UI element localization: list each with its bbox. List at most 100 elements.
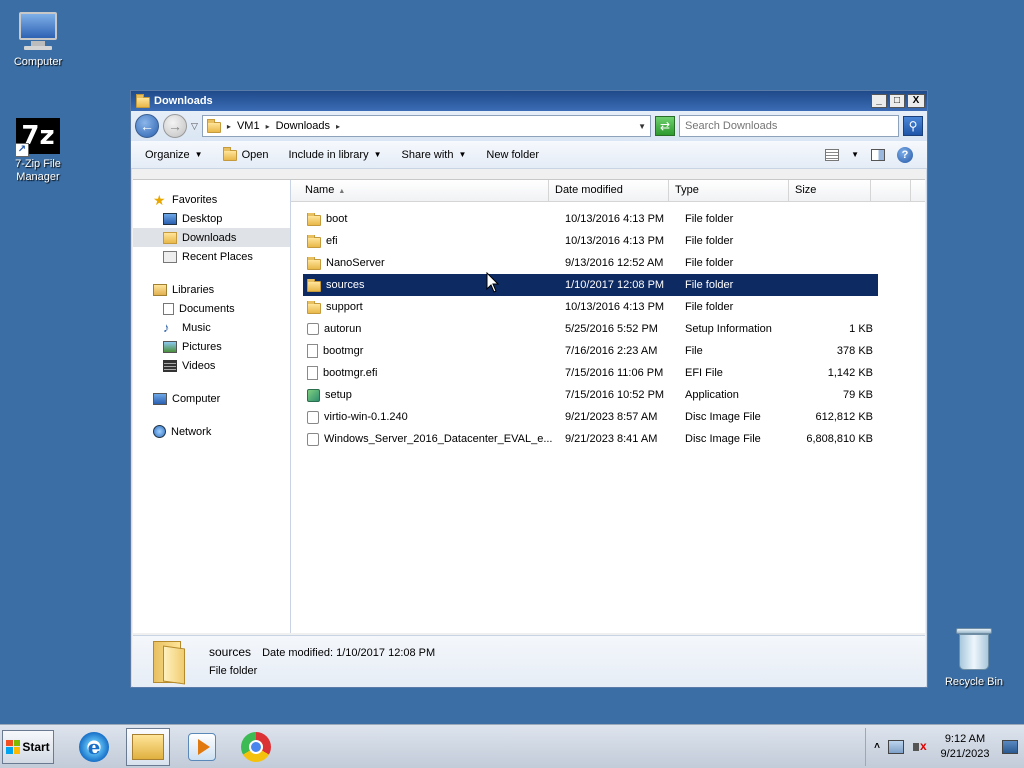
help-icon[interactable]: ?	[897, 146, 913, 163]
desktop-icon-computer[interactable]: Computer	[0, 10, 76, 69]
chevron-down-icon: ▼	[194, 150, 203, 159]
column-header-name[interactable]: Name ▲	[291, 180, 549, 201]
desktop-icon	[163, 212, 177, 225]
file-name-cell: virtio-win-0.1.240	[303, 410, 561, 424]
file-name: autorun	[324, 323, 362, 335]
address-history-dropdown[interactable]: ▼	[638, 122, 646, 131]
libraries-icon	[153, 283, 167, 296]
search-button[interactable]: ⚲	[903, 116, 923, 136]
address-field[interactable]: ▸ VM1 ▸ Downloads ▸ ▼	[201, 115, 651, 137]
recycle-bin-icon	[956, 626, 992, 672]
file-name-cell: setup	[303, 388, 561, 402]
file-row[interactable]: efi 10/13/2016 4:13 PM File folder	[303, 230, 878, 252]
file-icon	[307, 366, 318, 380]
desktop-icon-recycle-bin[interactable]: Recycle Bin	[936, 626, 1012, 689]
file-date: 1/10/2017 12:08 PM	[565, 279, 665, 291]
nav-videos[interactable]: Videos	[133, 356, 290, 375]
file-row[interactable]: autorun 5/25/2016 5:52 PM Setup Informatio…	[303, 318, 878, 340]
chevron-down-icon: ▼	[458, 150, 467, 159]
refresh-button[interactable]: ⇄	[655, 116, 675, 136]
column-header-date-modified[interactable]: Date modified	[549, 180, 669, 201]
nav-downloads[interactable]: Downloads	[133, 228, 290, 247]
file-date: 10/13/2016 4:13 PM	[565, 301, 665, 313]
nav-label: Recent Places	[182, 250, 253, 263]
file-row[interactable]: bootmgr.efi 7/15/2016 11:06 PM EFI File 1,1…	[303, 362, 878, 384]
content-area: ★ Favorites Desktop Downloads Recent Pla…	[133, 179, 925, 633]
recent-pages-dropdown[interactable]: ▽	[191, 121, 198, 132]
file-row[interactable]: support 10/13/2016 4:13 PM File folder	[303, 296, 878, 318]
file-name: boot	[326, 213, 348, 225]
chevron-right-icon[interactable]: ▸	[336, 122, 340, 131]
file-name-cell: NanoServer	[303, 256, 561, 270]
nav-computer[interactable]: Computer	[133, 389, 290, 408]
file-list: Name ▲ Date modified Type Size boot 10/13/…	[291, 180, 925, 633]
nav-label: Desktop	[182, 212, 223, 225]
file-row[interactable]: boot 10/13/2016 4:13 PM File folder	[303, 208, 878, 230]
nav-network[interactable]: Network	[133, 422, 290, 441]
organize-button[interactable]: Organize ▼	[139, 146, 209, 164]
new-folder-button[interactable]: New folder	[480, 146, 545, 164]
desktop-icon-7zip[interactable]: 7z ↗ 7-Zip File Manager	[0, 118, 76, 184]
file-row[interactable]: NanoServer 9/13/2016 12:52 AM File folder	[303, 252, 878, 274]
taskbar-chrome[interactable]	[234, 728, 278, 766]
taskbar: Start e ˄ 9:12 AM 9/21/2023	[0, 724, 1024, 768]
column-header-row: Name ▲ Date modified Type Size	[291, 180, 925, 202]
view-options-dropdown[interactable]: ▼	[851, 150, 859, 159]
open-button[interactable]: Open	[217, 145, 275, 164]
file-row[interactable]: Windows_Server_2016_Datacenter_EVAL_e...…	[303, 428, 878, 450]
file-row[interactable]: bootmgr 7/16/2016 2:23 AM File 378 KB	[303, 340, 878, 362]
file-size: 6,808,810 KB	[806, 433, 873, 445]
taskbar-windows-explorer[interactable]	[126, 727, 170, 766]
nav-music[interactable]: ♪ Music	[133, 318, 290, 337]
organize-label: Organize	[145, 148, 190, 161]
file-name: sources	[326, 279, 365, 291]
breadcrumb-downloads[interactable]: Downloads	[276, 120, 330, 132]
nav-documents[interactable]: Documents	[133, 299, 290, 318]
share-with-button[interactable]: Share with ▼	[396, 146, 473, 164]
start-button[interactable]: Start	[2, 729, 54, 764]
column-header-size[interactable]: Size	[789, 180, 871, 201]
nav-desktop[interactable]: Desktop	[133, 209, 290, 228]
file-row[interactable]: sources 1/10/2017 12:08 PM File folder	[303, 274, 878, 296]
taskbar-internet-explorer[interactable]: e	[72, 728, 116, 766]
file-name-cell: sources	[303, 278, 561, 292]
taskbar-media-player[interactable]	[180, 728, 224, 766]
close-button[interactable]: X	[907, 94, 925, 108]
file-name-cell: autorun	[303, 323, 561, 335]
nav-recent-places[interactable]: Recent Places	[133, 247, 290, 266]
file-row[interactable]: setup 7/15/2016 10:52 PM Application 79 KB	[303, 384, 878, 406]
back-button[interactable]: ←	[135, 114, 159, 138]
computer-icon	[15, 10, 61, 52]
include-in-library-button[interactable]: Include in library ▼	[282, 146, 387, 164]
chevron-right-icon[interactable]: ▸	[266, 122, 270, 131]
title-bar[interactable]: Downloads _ □ X	[131, 91, 927, 111]
show-desktop-button[interactable]	[1002, 739, 1018, 754]
column-header-type[interactable]: Type	[669, 180, 789, 201]
nav-favorites[interactable]: ★ Favorites	[133, 190, 290, 209]
minimize-button[interactable]: _	[871, 94, 887, 108]
breadcrumb-vm1[interactable]: VM1	[237, 120, 260, 132]
column-header-extra[interactable]	[871, 180, 911, 201]
nav-libraries[interactable]: Libraries	[133, 280, 290, 299]
file-size: 378 KB	[836, 345, 873, 357]
arrow-left-icon: ←	[140, 118, 154, 134]
forward-button[interactable]: →	[163, 114, 187, 138]
chrome-icon	[241, 731, 271, 762]
preview-pane-icon[interactable]	[871, 148, 885, 161]
volume-muted-icon[interactable]	[912, 739, 928, 754]
nav-pictures[interactable]: Pictures	[133, 337, 290, 356]
file-row[interactable]: virtio-win-0.1.240 9/21/2023 8:57 AM Disc …	[303, 406, 878, 428]
sort-ascending-icon: ▲	[338, 188, 346, 195]
computer-icon	[153, 392, 167, 405]
include-in-library-label: Include in library	[288, 148, 369, 161]
file-name-cell: support	[303, 300, 561, 314]
chevron-down-icon: ▼	[373, 150, 382, 159]
maximize-button[interactable]: □	[889, 94, 905, 108]
file-size: 1,142 KB	[827, 367, 873, 379]
chevron-right-icon[interactable]: ▸	[227, 122, 231, 131]
search-input[interactable]	[685, 120, 898, 132]
network-tray-icon[interactable]	[888, 739, 904, 754]
show-hidden-icons-button[interactable]: ˄	[874, 741, 880, 752]
clock[interactable]: 9:12 AM 9/21/2023	[936, 732, 994, 762]
change-view-icon[interactable]	[825, 148, 840, 161]
